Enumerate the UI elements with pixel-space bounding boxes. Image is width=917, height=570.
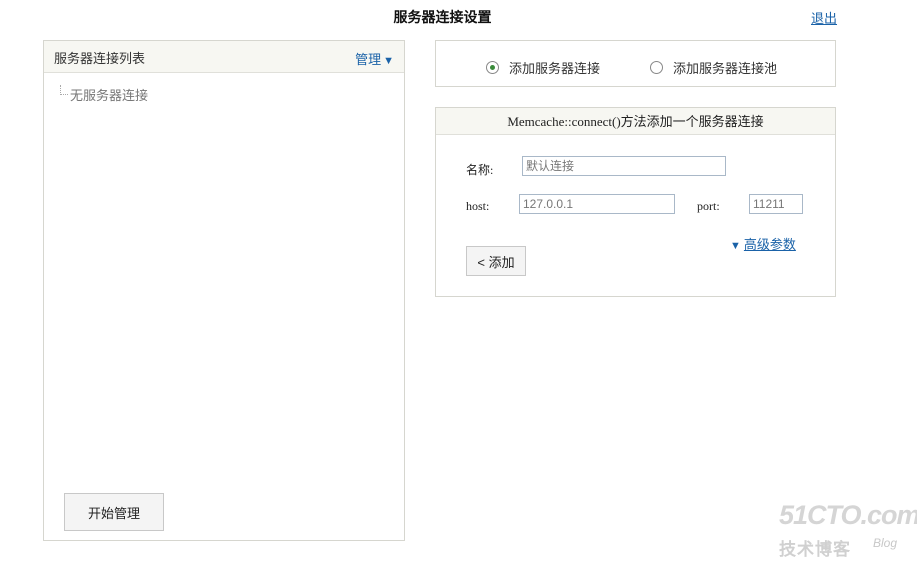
advanced-params-label: 高级参数 (743, 237, 796, 252)
watermark-subtitle: 技术博客 (779, 540, 851, 559)
connection-mode-box: 添加服务器连接 添加服务器连接池 (435, 40, 836, 87)
tree-connector-icon (60, 85, 68, 95)
add-button[interactable]: < 添加 (466, 246, 526, 276)
radio-checked-icon[interactable] (486, 61, 499, 74)
advanced-params-link[interactable]: ▼ 高级参数 (730, 234, 796, 253)
radio-add-connection[interactable]: 添加服务器连接 (486, 58, 600, 77)
tree-empty-label: 无服务器连接 (70, 88, 149, 103)
server-list-title: 服务器连接列表 (54, 51, 146, 66)
start-manage-button[interactable]: 开始管理 (64, 493, 164, 531)
radio-unchecked-icon[interactable] (650, 61, 663, 74)
radio-add-connection-label: 添加服务器连接 (509, 61, 601, 76)
watermark-brand: 51CTO.com (779, 500, 917, 530)
form-header: Memcache::connect()方法添加一个服务器连接 (436, 108, 835, 135)
manage-dropdown[interactable]: 管理 ▼ (355, 49, 394, 68)
chevron-down-icon: ▼ (383, 55, 394, 67)
watermark: 51CTO.com 技术博客 Blog (779, 500, 917, 560)
server-list-header: 服务器连接列表 管理 ▼ (44, 41, 404, 73)
radio-add-connection-pool[interactable]: 添加服务器连接池 (650, 58, 777, 77)
server-list-panel: 服务器连接列表 管理 ▼ 无服务器连接 开始管理 (43, 40, 405, 541)
logout-link[interactable]: 退出 (811, 8, 837, 27)
port-label: port: (697, 199, 720, 213)
manage-label: 管理 (355, 52, 382, 67)
host-input[interactable]: 127.0.0.1 (519, 194, 675, 214)
host-label: host: (466, 199, 490, 213)
page-title: 服务器连接设置 (393, 9, 492, 25)
radio-add-connection-pool-label: 添加服务器连接池 (673, 61, 778, 76)
watermark-blog: Blog (873, 536, 898, 550)
add-connection-form: Memcache::connect()方法添加一个服务器连接 名称: 默认连接 … (435, 107, 836, 297)
name-input[interactable]: 默认连接 (522, 156, 726, 176)
name-label: 名称: (466, 163, 494, 177)
port-input[interactable]: 11211 (749, 194, 803, 214)
triangle-down-icon: ▼ (730, 240, 741, 252)
